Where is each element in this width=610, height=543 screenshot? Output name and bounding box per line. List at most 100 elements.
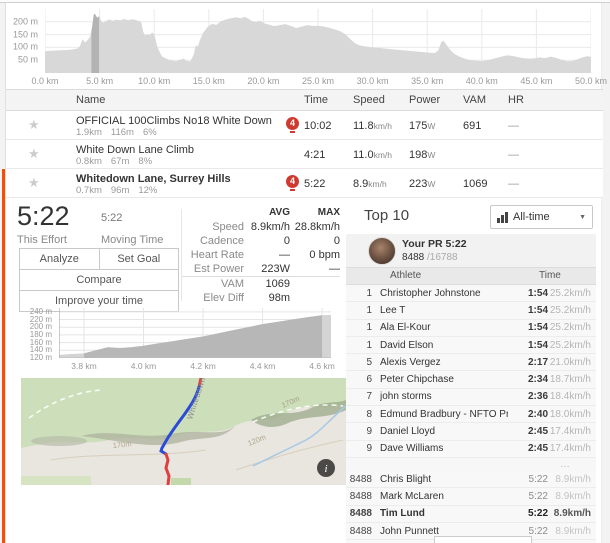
x-tick-label: 30.0 km (357, 76, 389, 86)
star-icon[interactable]: ★ (28, 146, 40, 162)
map-field (171, 478, 191, 485)
effort-stats: AVGMAX Speed8.9km/h28.8km/h Cadence00 He… (182, 206, 340, 305)
leaderboard-time: 1:54 (508, 305, 548, 316)
ride-elevation-chart[interactable]: 50 m100 m150 m200 m 0.0 km5.0 km10.0 km1… (6, 3, 603, 89)
distance-x-axis: 0.0 km5.0 km10.0 km15.0 km20.0 km25.0 km… (45, 74, 591, 87)
leaderboard-time: 2:17 (508, 357, 548, 368)
y-tick-label: 200 m (13, 16, 38, 26)
compare-button[interactable]: Compare (20, 270, 178, 290)
segment-name[interactable]: Whitedown Lane, Surrey Hills (76, 173, 231, 185)
segment-time: 10:02 (304, 120, 332, 132)
leaderboard-athlete: Lee T (380, 305, 508, 316)
segment-row-selected[interactable]: ★ Whitedown Lane, Surrey Hills 0.7km96m1… (6, 169, 603, 198)
leaderboard-athlete: Chris Blight (380, 474, 508, 485)
leaderboard-time: 1:54 (508, 288, 548, 299)
leaderboard-row[interactable]: 8488Tim Lund5:228.9km/h (346, 506, 596, 523)
segment-y-axis: 240 m220 m200 m180 m160 m140 m120 m (19, 308, 55, 358)
leaderboard-time: 1:54 (508, 322, 548, 333)
segment-name[interactable]: White Down Lane Climb (76, 144, 194, 156)
leaderboard-row[interactable]: 8488Chris Blight5:228.9km/h (346, 471, 596, 488)
leaderboard-row[interactable]: 1Christopher Johnstone1:5425.2km/h (346, 285, 596, 302)
leaderboard-athlete: Daniel Lloyd (380, 426, 508, 437)
segment-elevation-chart[interactable]: 240 m220 m200 m180 m160 m140 m120 m 3.8 … (17, 303, 339, 373)
star-icon[interactable]: ★ (28, 175, 40, 191)
x-tick-label: 45.0 km (520, 76, 552, 86)
leaderboard-rank: 8488 (346, 508, 372, 519)
analyze-button[interactable]: Analyze (20, 249, 100, 269)
stat-label: Cadence (182, 234, 244, 248)
leaderboard-row[interactable]: 6Peter Chipchase2:3418.7km/h (346, 371, 596, 388)
leaderboard-rank: 6 (346, 374, 372, 385)
your-pr-summary[interactable]: Your PR 5:22 8488 /16788 (346, 234, 596, 267)
x-tick-label: 35.0 km (411, 76, 443, 86)
leaderboard-speed: 21.0km/h (548, 357, 596, 368)
leaderboard-row[interactable]: 8488Mark McLaren5:228.9km/h (346, 488, 596, 505)
stat-label: Est Power (182, 262, 244, 276)
y-tick-label: 50 m (18, 55, 38, 65)
leaderboard-row[interactable]: 5Alexis Vergez2:1721.0km/h (346, 354, 596, 371)
y-tick-label: 100 m (13, 42, 38, 52)
leaderboard-footer-button[interactable] (434, 536, 532, 543)
leaderboard-filter-dropdown[interactable]: All-time ▼ (490, 205, 593, 229)
y-tick-label: 120 m (30, 353, 52, 362)
leaderboard-time: 2:45 (508, 443, 548, 454)
leaderboard-speed: 18.7km/h (548, 374, 596, 385)
leaderboard-time: 2:45 (508, 426, 548, 437)
segment-plot-area[interactable] (59, 308, 331, 358)
leaderboard-rows: 1Christopher Johnstone1:5425.2km/h1Lee T… (346, 285, 596, 543)
segment-details: 0.8km67m8% (76, 156, 161, 167)
segment-row[interactable]: ★ White Down Lane Climb 0.8km67m8% 4:21 … (6, 140, 603, 169)
elevation-plot-area[interactable] (45, 9, 591, 73)
leaderboard-rank: 7 (346, 391, 372, 402)
col-vam: VAM (463, 94, 486, 106)
leaderboard-row[interactable]: 9Dave Williams2:4517.4km/h (346, 441, 596, 458)
effort-time-label: This Effort (17, 234, 67, 246)
leaderboard-row[interactable]: 8Edmund Bradbury - NFTO Pro Cycling2:401… (346, 406, 596, 423)
leaderboard-speed: 8.9km/h (548, 491, 596, 502)
stat-avg: 8.9km/h (244, 220, 290, 234)
segment-time: 4:21 (304, 149, 325, 161)
effort-time: 5:22 (17, 201, 70, 232)
leaderboard-rank: 8488 (346, 491, 372, 502)
bar-chart-icon (497, 212, 508, 223)
leaderboard-athlete: Dave Williams (380, 443, 508, 454)
moving-time-label: Moving Time (101, 234, 163, 246)
elevation-y-axis: 50 m100 m150 m200 m (6, 9, 41, 73)
stat-max: 0 bpm (290, 248, 340, 262)
x-tick-label: 0.0 km (31, 76, 58, 86)
set-goal-button[interactable]: Set Goal (100, 249, 179, 269)
achievement-badge: 4 (286, 175, 299, 188)
leaderboard-row[interactable]: 1Lee T1:5425.2km/h (346, 302, 596, 319)
leaderboard-athlete: Tim Lund (380, 508, 508, 519)
col-time: Time (539, 268, 596, 284)
leaderboard-time: 1:54 (508, 340, 548, 351)
leaderboard-speed: 25.2km/h (548, 305, 596, 316)
leaderboard-row[interactable]: 1David Elson1:5425.2km/h (346, 337, 596, 354)
leaderboard-row[interactable]: 9Daniel Lloyd2:4517.4km/h (346, 423, 596, 440)
segment-power: 223W (409, 178, 435, 190)
col-hr: HR (508, 94, 524, 106)
leaderboard-row[interactable]: 7john storms2:3618.4km/h (346, 389, 596, 406)
stat-max: 28.8km/h (290, 220, 340, 234)
selected-segment-accent-bar (2, 169, 5, 543)
stat-avg: 0 (244, 234, 290, 248)
segment-name[interactable]: OFFICIAL 100Climbs No18 White Down (76, 115, 272, 127)
star-icon[interactable]: ★ (28, 117, 40, 133)
segment-power: 175W (409, 120, 435, 132)
stat-label: VAM (182, 277, 244, 291)
moving-time: 5:22 (101, 212, 122, 224)
leaderboard-rank: 8 (346, 409, 372, 420)
leaderboard-row[interactable]: 1Ala El-Kour1:5425.2km/h (346, 320, 596, 337)
segment-row[interactable]: ★ OFFICIAL 100Climbs No18 White Down 1.9… (6, 111, 603, 140)
stat-label: Speed (182, 220, 244, 234)
map-info-button[interactable]: i (317, 459, 335, 477)
leaderboard-header: Athlete Time (346, 267, 596, 285)
segment-speed: 11.0km/h (353, 149, 392, 161)
leaderboard-rank: 5 (346, 357, 372, 368)
activity-segment-view: 50 m100 m150 m200 m 0.0 km5.0 km10.0 km1… (5, 3, 602, 543)
filter-selected-value: All-time (513, 211, 550, 223)
avatar[interactable] (368, 237, 396, 265)
segment-x-axis: 3.8 km4.0 km4.2 km4.4 km4.6 km (59, 359, 331, 371)
leaderboard-speed: 8.9km/h (548, 526, 596, 537)
segment-map[interactable]: 170m 170m 120m Whitedown i (21, 378, 346, 485)
